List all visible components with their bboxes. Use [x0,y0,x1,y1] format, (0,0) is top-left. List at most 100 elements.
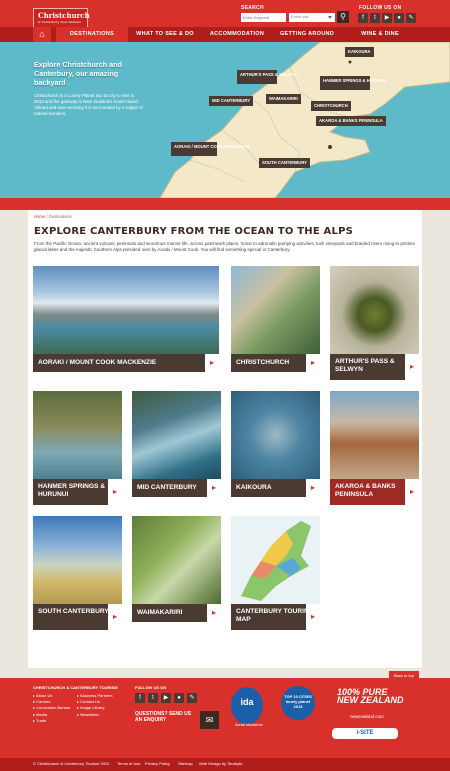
flickr-icon[interactable]: ● [174,693,184,703]
pure-nz-url[interactable]: newzealand.com [350,714,384,719]
search-button[interactable]: ⚲ [337,11,349,23]
hero-bottom-stripe [0,198,450,210]
card-photo-touring-map[interactable] [231,516,320,604]
blog-icon[interactable]: ✎ [406,13,416,23]
card-photo-christchurch[interactable] [231,266,320,354]
lonely-planet-text: TOP 10 CITIES lonely planet 2013 [284,694,312,709]
blog-icon[interactable]: ✎ [187,693,197,703]
search-icon: ⚲ [340,12,346,21]
breadcrumb-home[interactable]: Home [34,214,45,219]
privacy-link[interactable]: Privacy Policy [145,761,170,766]
map-label-arthurs-pass[interactable]: ARTHUR'S PASS & SELWYN [237,70,297,84]
map-label-kaikoura[interactable]: KAIKOURA [345,47,374,57]
twitter-icon[interactable]: t [148,693,158,703]
enquiry-link[interactable]: QUESTIONS? SEND US AN ENQUIRY [135,711,198,729]
intro-text: From the Pacific Ocean, ancient volcanic… [34,241,415,253]
card-photo-waimakariri[interactable] [132,516,221,604]
map-label-aoraki[interactable]: AORAKI / MOUNT COOK MACKENZIE [171,142,249,156]
nav-accommodation[interactable]: ACCOMMODATION [202,27,272,42]
sitemap-link[interactable]: Sitemap [178,761,193,766]
page-title: EXPLORE CANTERBURY FROM THE OCEAN TO THE… [34,226,353,237]
card-photo-south-canterbury[interactable] [33,516,122,604]
chevron-right-icon[interactable]: ▸ [207,479,221,497]
footer-links-col2: Business Partners Contact Us Image Libra… [77,693,113,718]
web-design-credit[interactable]: Web Design by Terabyte [199,761,242,766]
ida-logo[interactable]: ida [231,687,263,724]
chevron-right-icon[interactable]: ▸ [306,354,320,372]
chevron-right-icon[interactable]: ▸ [108,479,122,505]
facebook-icon[interactable]: f [358,13,368,23]
card-photo-akaroa[interactable] [330,391,419,479]
chevron-right-icon[interactable]: ▸ [405,354,419,380]
twitter-icon[interactable]: t [370,13,380,23]
terms-link[interactable]: Terms of Use [117,761,141,766]
search-input[interactable] [241,13,286,22]
map-label-christchurch[interactable]: CHRISTCHURCH [311,101,351,111]
map-label-text: HANMER SPRINGS & HURUNUI [323,78,387,83]
card-title: WAIMAKARIRI [137,609,183,616]
chevron-right-icon[interactable]: ▸ [207,604,221,622]
map-label-text: KAIKOURA [348,49,371,54]
isite-text: i-SITE [356,730,374,736]
pure-nz-logo[interactable]: 100% PURE NEW ZEALAND [337,687,407,705]
card-photo-aoraki[interactable] [33,266,219,354]
footer-link[interactable]: Trade [33,718,70,724]
footer-link[interactable]: Convention Bureau [33,705,70,711]
card-photo-hanmer[interactable] [33,391,122,479]
nav-getting-around[interactable]: GETTING AROUND [274,27,340,42]
lonely-planet-badge[interactable]: TOP 10 CITIES lonely planet 2013 [281,686,315,720]
map-label-waimakariri[interactable]: WAIMAKARIRI [266,94,301,104]
facebook-icon[interactable]: f [135,693,145,703]
nav-what-to-see-do[interactable]: WHAT TO SEE & DO [130,27,200,42]
map-label-text: AKAROA & BANKS PENINSULA [319,118,383,123]
map-label-text: WAIMAKARIRI [269,96,298,101]
card-title: SOUTH CANTERBURY [38,608,109,615]
card-photo-kaikoura[interactable] [231,391,320,479]
map-label-text: CHRISTCHURCH [314,103,348,108]
breadcrumb-current: Destinations [48,214,72,219]
card-title: MID CANTERBURY [137,484,197,491]
chevron-right-icon[interactable]: ▸ [405,479,419,505]
copyright: © Christchurch & Canterbury Tourism 2012 [33,761,110,766]
search-label: SEARCH [241,5,264,11]
map-label-akaroa[interactable]: AKAROA & BANKS PENINSULA [316,116,386,126]
chevron-right-icon[interactable]: ▸ [108,604,122,630]
map-label-hanmer-springs[interactable]: HANMER SPRINGS & HURUNUI [320,76,386,90]
youtube-icon[interactable]: ▶ [161,693,171,703]
chevron-right-icon[interactable]: ▸ [205,354,219,372]
logo-name: Christchurch [38,11,90,20]
footer-link[interactable]: Newsletter [77,712,113,718]
footer-tourism-heading: CHRISTCHURCH & CANTERBURY TOURISM [33,685,118,690]
map-label-text: SOUTH CANTERBURY [262,160,307,165]
card-label-aoraki[interactable]: AORAKI / MOUNT COOK MACKENZIE [33,354,219,372]
map-label-south-canterbury[interactable]: SOUTH CANTERBURY [259,158,310,168]
map-label-text: ARTHUR'S PASS & SELWYN [240,72,297,77]
card-photo-mid-canterbury[interactable] [132,391,221,479]
isite-badge[interactable]: i-SITE [332,728,398,739]
flickr-icon[interactable]: ● [394,13,404,23]
ida-text: ida [240,697,254,707]
mail-icon[interactable]: ✉ [200,711,219,729]
nav-destinations[interactable]: DESTINATIONS [56,27,128,42]
chevron-right-icon[interactable]: ▸ [306,604,320,630]
map-label-mid-canterbury[interactable]: MID CANTERBURY [209,96,253,106]
nav-wine-dine[interactable]: WINE & DINE [342,27,418,42]
chevron-right-icon[interactable]: ▸ [306,479,320,497]
pure-nz-text: 100% PURE NEW ZEALAND [337,687,404,705]
card-title: CANTERBURY TOURING MAP [236,608,314,623]
youtube-icon[interactable]: ▶ [382,13,392,23]
search-scope-select[interactable]: Entire site [289,13,335,22]
logo-tagline: & Canterbury, New Zealand [38,20,81,24]
footer-follow-heading: FOLLOW US ON [135,685,167,690]
breadcrumb: Home / Destinations [34,214,72,219]
follow-us-label: FOLLOW US ON [359,5,402,11]
map-label-text: AORAKI / MOUNT COOK MACKENZIE [174,144,250,149]
touring-map-graphic [241,521,311,601]
ida-caption: Aoraki Mackenzie [235,723,263,727]
card-photo-arthurs-pass[interactable] [330,266,419,354]
footer-links-col1: About Us Careers Convention Bureau Media… [33,693,70,724]
map-label-text: MID CANTERBURY [212,98,250,103]
home-icon[interactable]: ⌂ [33,27,51,42]
card-title: CHRISTCHURCH [236,359,290,366]
hero-text: Christchurch is a Lonely Planet top 10 c… [34,93,143,116]
